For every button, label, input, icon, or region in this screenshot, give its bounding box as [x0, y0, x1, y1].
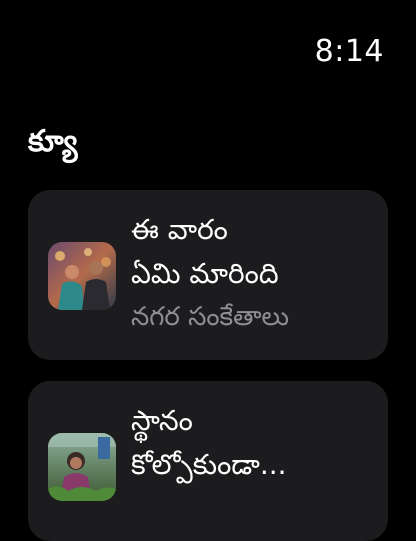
- status-time: 8:14: [314, 34, 384, 69]
- section-title: క్యూ: [28, 124, 78, 159]
- episode-artwork: [48, 242, 116, 310]
- episode-artwork: [48, 433, 116, 501]
- queue-item[interactable]: స్థానం కోల్పోకుండా...: [28, 381, 388, 541]
- episode-title-line2: కోల్పోకుండా...: [131, 448, 287, 481]
- episode-title: స్థానం: [131, 404, 193, 437]
- show-name: నగర సంకేతాలు: [131, 302, 289, 332]
- queue-item[interactable]: ఈ వారం ఏమి మారింది నగర సంకేతాలు: [28, 190, 388, 360]
- episode-title: ఈ వారం: [131, 213, 228, 246]
- episode-title-line2: ఏమి మారింది: [131, 257, 279, 290]
